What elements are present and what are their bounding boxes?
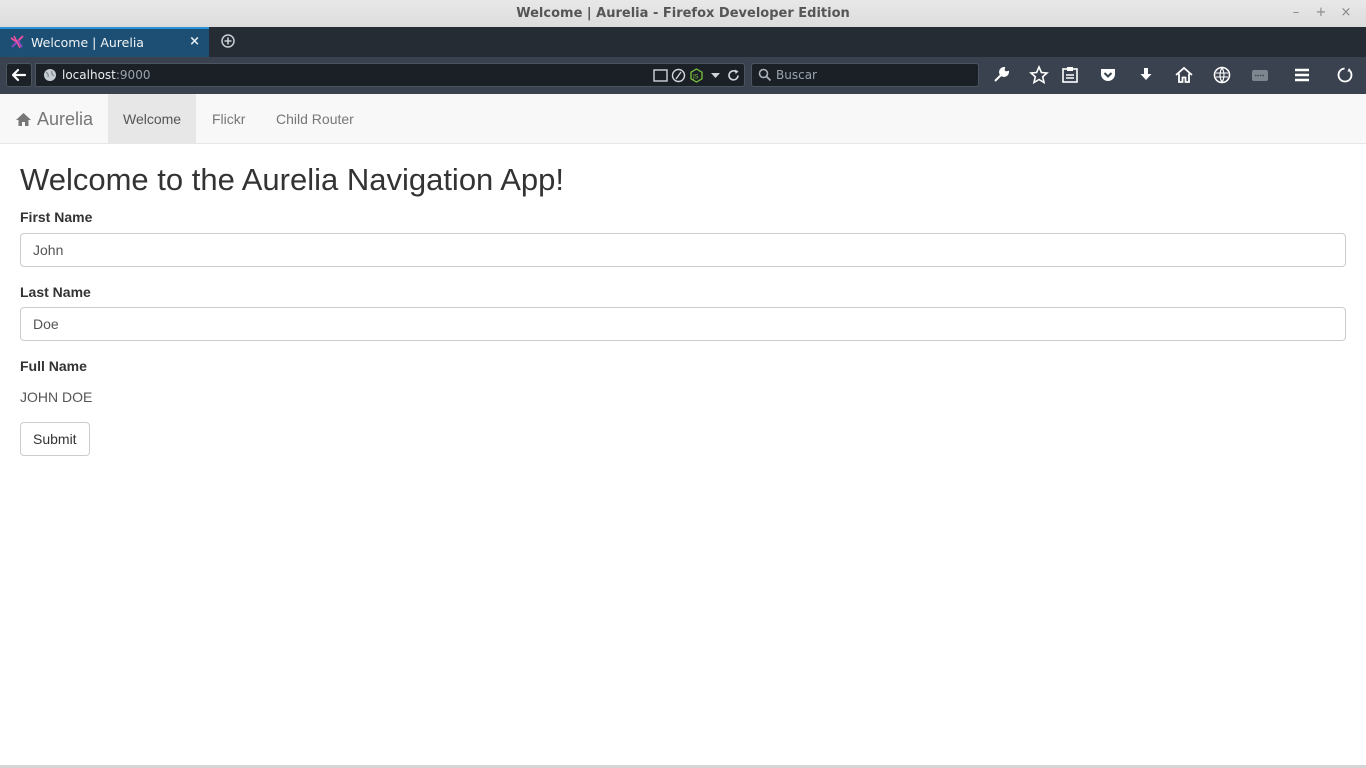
url-bar[interactable]: localhost:9000 JS [35, 63, 745, 87]
screenshot-icon[interactable] [1250, 65, 1270, 85]
browser-navbar: localhost:9000 JS [0, 57, 1366, 95]
app-navbar: Aurelia Welcome Flickr Child Router [0, 94, 1366, 144]
search-bar[interactable] [751, 63, 979, 87]
new-tab-icon[interactable] [220, 33, 236, 49]
home-icon[interactable] [1174, 65, 1194, 85]
first-name-input[interactable] [20, 233, 1346, 267]
window-title: Welcome | Aurelia - Firefox Developer Ed… [516, 6, 850, 21]
dropdown-arrow-icon[interactable] [708, 68, 723, 83]
home-icon [16, 113, 31, 126]
aurelia-logo-icon [10, 35, 24, 49]
tab-label: Welcome | Aurelia [31, 35, 144, 50]
url-text: localhost:9000 [62, 68, 151, 82]
nav-child-router[interactable]: Child Router [261, 94, 369, 144]
svg-text:JS: JS [692, 74, 699, 81]
brand-link[interactable]: Aurelia [15, 94, 93, 144]
tab-welcome[interactable]: Welcome | Aurelia × [0, 27, 209, 57]
last-name-label: Last Name [20, 284, 91, 300]
page-heading: Welcome to the Aurelia Navigation App! [20, 162, 564, 197]
pocket-icon[interactable] [1098, 65, 1118, 85]
full-name-label: Full Name [20, 358, 87, 374]
minimize-button[interactable]: – [1287, 4, 1305, 22]
star-icon[interactable] [1029, 65, 1049, 85]
back-arrow-icon [11, 68, 27, 82]
search-icon [758, 68, 772, 82]
close-tab-icon[interactable]: × [189, 34, 200, 49]
back-button[interactable] [6, 63, 32, 87]
first-name-label: First Name [20, 209, 93, 225]
screenshot-icon[interactable] [653, 68, 668, 83]
submit-button[interactable]: Submit [20, 422, 90, 456]
globe-icon [44, 69, 56, 81]
maximize-button[interactable]: + [1312, 4, 1330, 22]
no-script-icon[interactable] [671, 68, 686, 83]
last-name-input[interactable] [20, 307, 1346, 341]
sync-icon[interactable] [1335, 65, 1355, 85]
full-name-value: JOHN DOE [20, 389, 93, 405]
nav-welcome[interactable]: Welcome [108, 94, 197, 144]
window-titlebar: Welcome | Aurelia - Firefox Developer Ed… [0, 0, 1366, 28]
network-icon[interactable] [1212, 65, 1232, 85]
menu-icon[interactable] [1292, 65, 1312, 85]
close-window-button[interactable]: × [1337, 4, 1355, 22]
tab-strip: Welcome | Aurelia × [0, 27, 1366, 57]
wrench-icon[interactable] [991, 65, 1011, 85]
reading-list-icon[interactable] [1060, 65, 1080, 85]
page-content: Aurelia Welcome Flickr Child Router Welc… [0, 94, 1366, 765]
search-input[interactable] [776, 67, 972, 83]
nav-flickr[interactable]: Flickr [197, 94, 260, 144]
nodejs-icon[interactable]: JS [689, 68, 704, 83]
download-icon[interactable] [1136, 65, 1156, 85]
brand-label: Aurelia [37, 109, 94, 129]
reload-icon[interactable] [726, 68, 741, 83]
